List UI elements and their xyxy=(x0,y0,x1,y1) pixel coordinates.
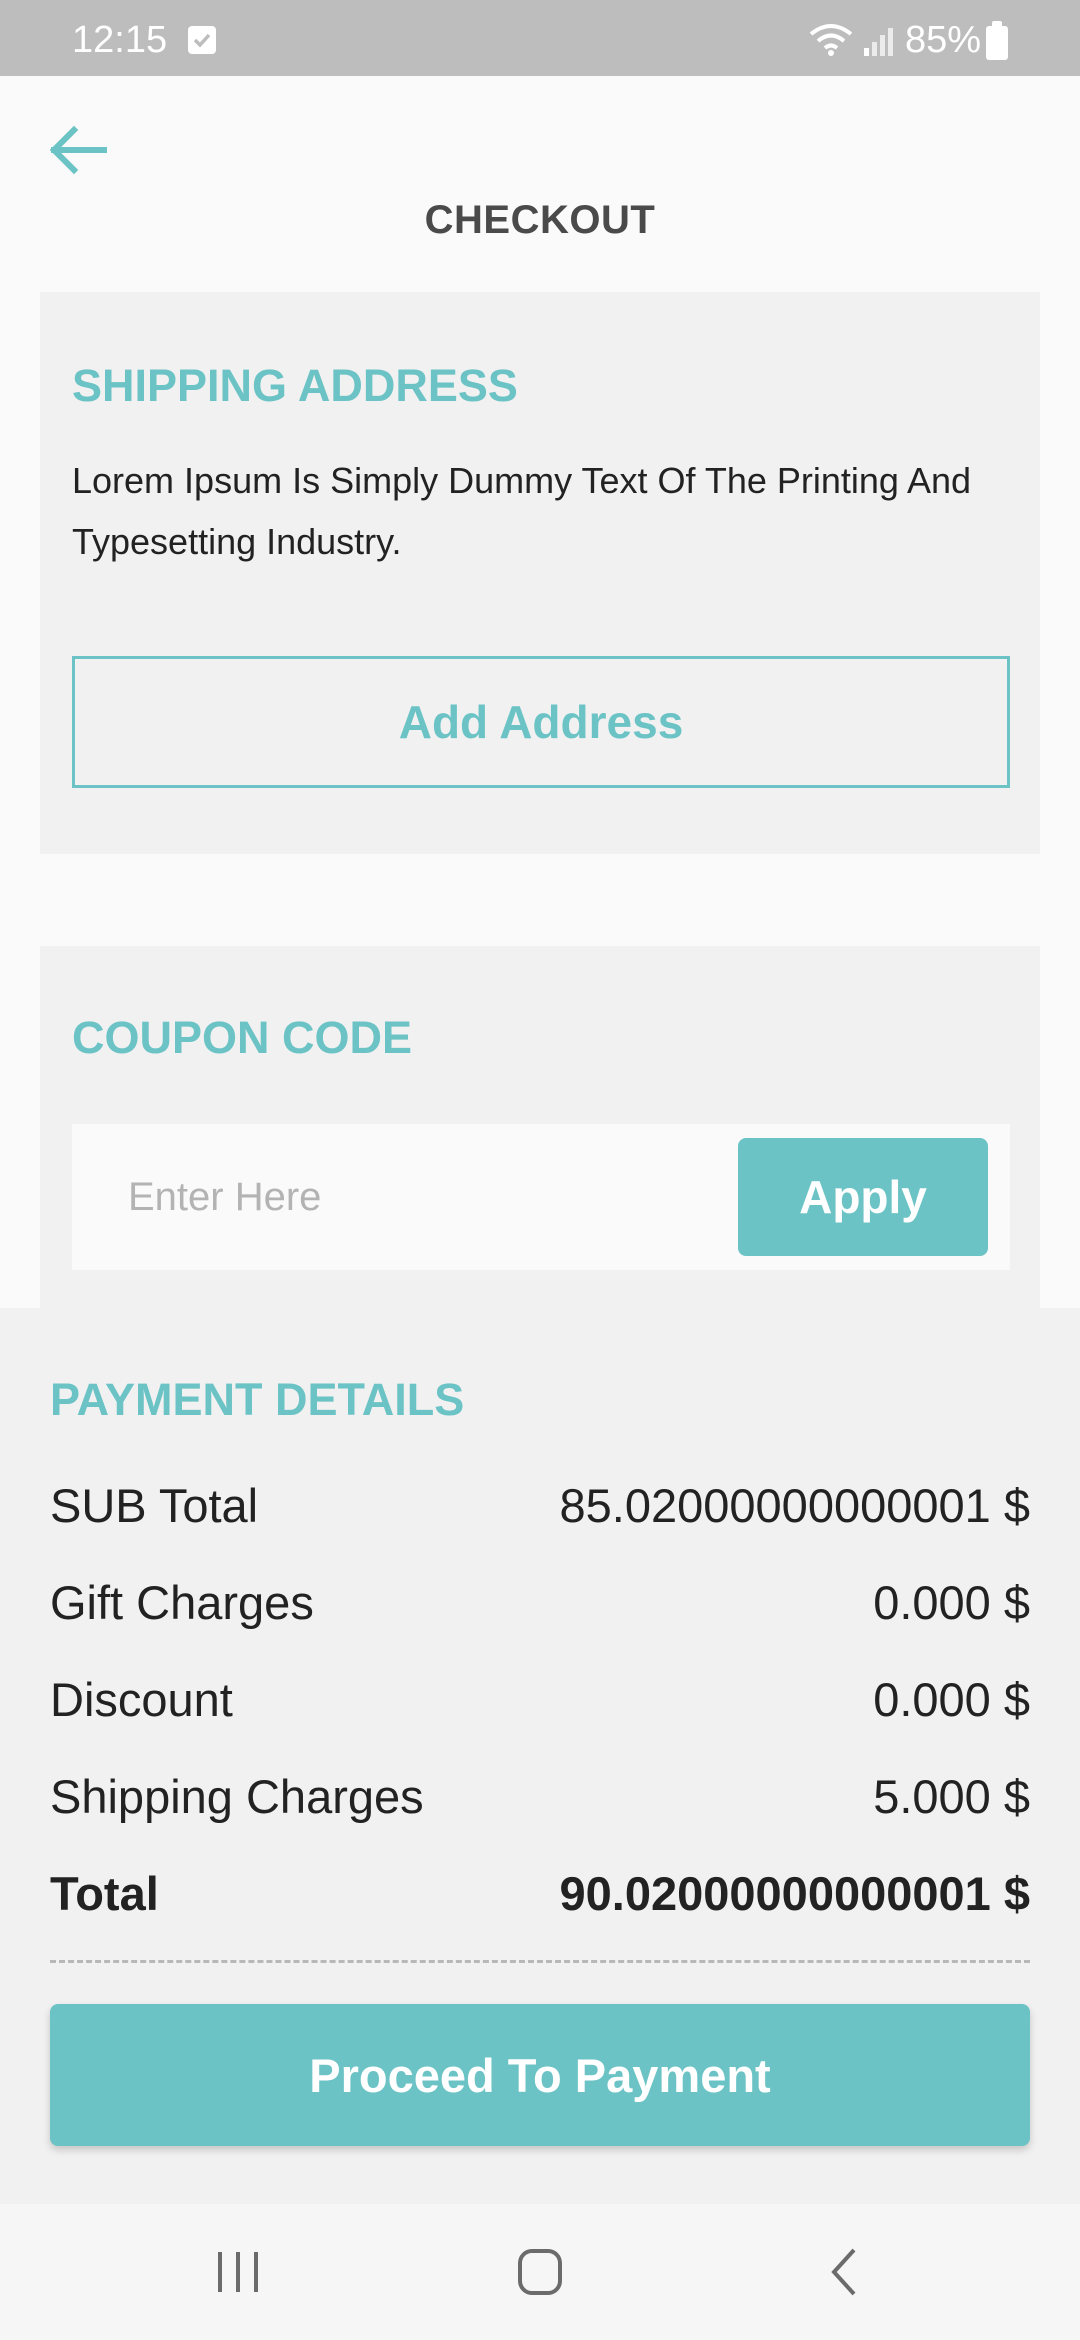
apply-coupon-button[interactable]: Apply xyxy=(738,1138,988,1256)
payment-row-value: 85.02000000000001 $ xyxy=(559,1479,1030,1532)
page-title: CHECKOUT xyxy=(424,198,656,242)
back-button[interactable] xyxy=(40,110,120,190)
add-address-button[interactable]: Add Address xyxy=(72,656,1010,788)
back-icon[interactable] xyxy=(804,2242,884,2302)
check-notification-icon xyxy=(188,26,216,54)
payment-row-label: SUB Total xyxy=(50,1479,259,1532)
payment-row-discount: Discount 0.000 $ xyxy=(50,1670,1030,1730)
status-bar: 12:15 85% xyxy=(0,0,1080,76)
shipping-address-card: SHIPPING ADDRESS Lorem Ipsum Is Simply D… xyxy=(40,292,1040,854)
coupon-input[interactable] xyxy=(96,1148,736,1246)
header xyxy=(0,76,1080,286)
payment-details-title: PAYMENT DETAILS xyxy=(50,1374,465,1425)
total-value: 90.02000000000001 $ xyxy=(559,1867,1030,1920)
dashed-divider xyxy=(50,1960,1030,1963)
system-nav-bar xyxy=(0,2204,1080,2340)
payment-row-label: Discount xyxy=(50,1673,233,1726)
coupon-code-card: COUPON CODE Apply xyxy=(40,946,1040,1308)
home-icon[interactable] xyxy=(500,2242,580,2302)
total-label: Total xyxy=(50,1867,159,1920)
shipping-address-title: SHIPPING ADDRESS xyxy=(72,360,518,411)
payment-row-value: 0.000 $ xyxy=(873,1576,1030,1629)
battery-percentage: 85% xyxy=(905,19,982,61)
arrow-left-icon xyxy=(49,125,107,175)
status-time: 12:15 xyxy=(72,19,168,61)
shipping-address-text: Lorem Ipsum Is Simply Dummy Text Of The … xyxy=(72,460,971,562)
payment-row-value: 5.000 $ xyxy=(873,1770,1030,1823)
checkout-screen: 12:15 85% CHECKOUT SHIPPING ADDRESS Lore… xyxy=(0,0,1080,2340)
battery-icon xyxy=(986,21,1008,60)
proceed-to-payment-button[interactable]: Proceed To Payment xyxy=(50,2004,1030,2146)
wifi-icon xyxy=(808,22,854,63)
payment-row-label: Gift Charges xyxy=(50,1576,314,1629)
coupon-code-title: COUPON CODE xyxy=(72,1012,413,1063)
signal-icon xyxy=(862,24,896,63)
coupon-row: Apply xyxy=(72,1124,1010,1270)
payment-details-panel: PAYMENT DETAILS SUB Total 85.02000000000… xyxy=(0,1308,1080,2204)
payment-row-value: 0.000 $ xyxy=(873,1673,1030,1726)
payment-row-subtotal: SUB Total 85.02000000000001 $ xyxy=(50,1476,1030,1536)
payment-row-total: Total 90.02000000000001 $ xyxy=(50,1864,1030,1924)
payment-row-shipping-charges: Shipping Charges 5.000 $ xyxy=(50,1767,1030,1827)
recent-apps-icon[interactable] xyxy=(198,2242,278,2302)
payment-row-label: Shipping Charges xyxy=(50,1770,424,1823)
payment-row-gift-charges: Gift Charges 0.000 $ xyxy=(50,1573,1030,1633)
